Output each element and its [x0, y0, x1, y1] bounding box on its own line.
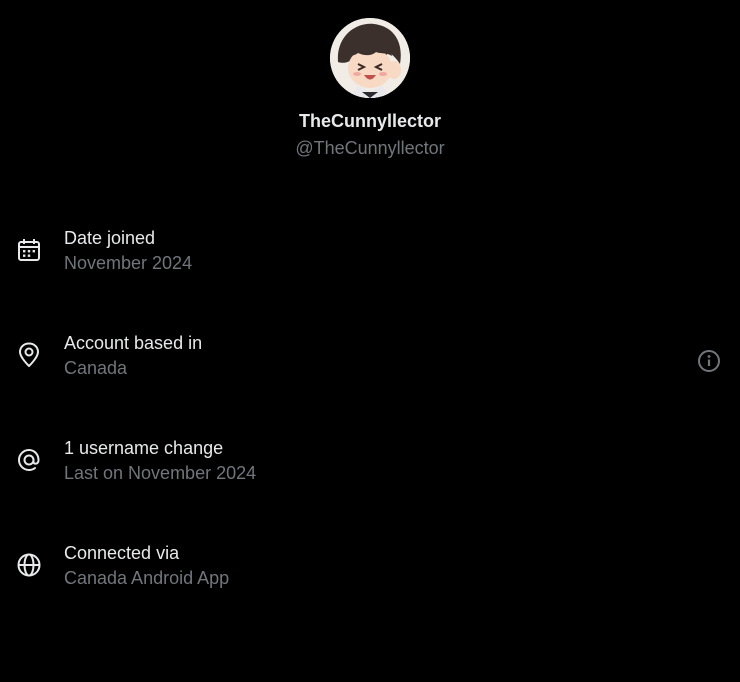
avatar-image	[330, 18, 410, 98]
connected-via-label: Connected via	[64, 543, 180, 563]
username-handle: @TheCunnyllector	[295, 138, 445, 158]
account-info-list: Date joined November 2024 Account based …	[0, 210, 740, 630]
profile-header: TheCunnyllector @TheCunnyllector	[0, 18, 740, 159]
avatar[interactable]	[330, 18, 410, 98]
info-icon[interactable]	[697, 349, 721, 373]
connected-via-row: Connected via Canada Android App	[0, 525, 740, 630]
display-name: TheCunnyllector	[298, 111, 441, 131]
at-sign-icon	[15, 446, 43, 474]
account-location-label: Account based in	[64, 333, 203, 353]
username-change-row: 1 username change Last on November 2024	[0, 420, 740, 525]
username-change-label: 1 username change	[64, 438, 224, 458]
date-joined-label: Date joined	[64, 228, 156, 248]
globe-icon	[15, 551, 43, 579]
date-joined-row: Date joined November 2024	[0, 210, 740, 315]
account-location-row: Account based in Canada	[0, 315, 740, 420]
account-location-value: Canada	[64, 358, 128, 378]
username-change-value: Last on November 2024	[64, 463, 257, 483]
location-pin-icon	[15, 341, 43, 369]
date-joined-value: November 2024	[64, 253, 193, 273]
connected-via-value: Canada Android App	[64, 568, 230, 588]
calendar-icon	[15, 236, 43, 264]
